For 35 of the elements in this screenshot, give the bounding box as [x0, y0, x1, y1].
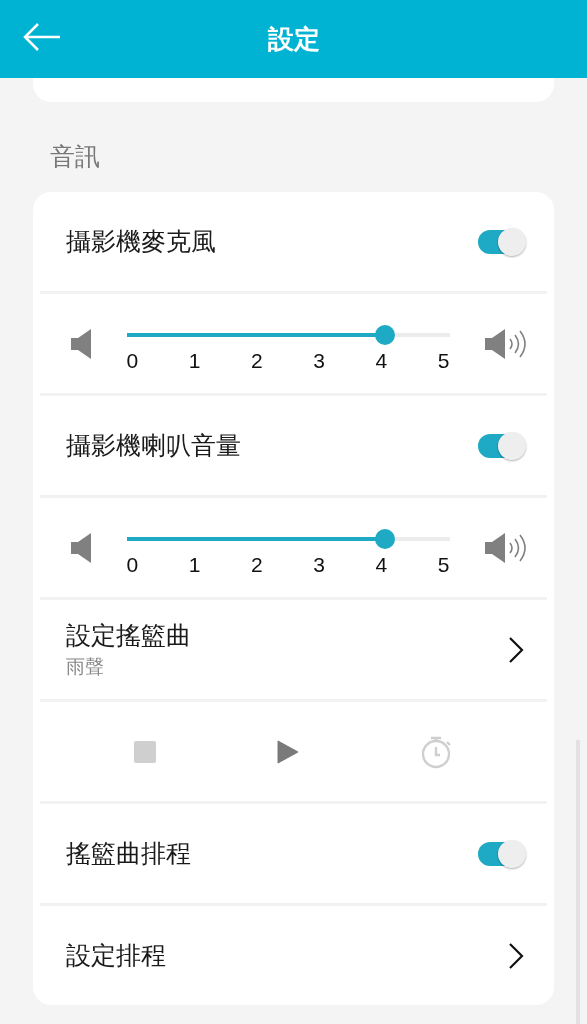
toggle-switch[interactable]	[478, 841, 524, 866]
volume-high-icon	[483, 530, 529, 565]
tick-label: 4	[375, 552, 388, 577]
tick-label: 3	[313, 552, 325, 577]
tick-label: 1	[188, 552, 201, 577]
volume-low-icon	[69, 532, 93, 563]
section-label: 音訊	[49, 141, 101, 173]
nav-row[interactable]: 設定搖籃曲 雨聲	[33, 600, 554, 699]
tick-label: 1	[188, 348, 201, 373]
setting-label: 設定排程	[66, 940, 166, 972]
volume-high-icon	[483, 326, 529, 361]
tick-label: 3	[313, 348, 325, 373]
setting-label: 攝影機麥克風	[66, 226, 216, 258]
setting-value: 雨聲	[66, 654, 105, 679]
toggle-switch[interactable]	[478, 433, 524, 458]
volume-slider[interactable]	[126, 324, 450, 345]
tick-label: 5	[437, 348, 450, 373]
chevron-right-icon	[508, 635, 524, 664]
toggle-switch[interactable]	[478, 229, 524, 254]
tick-label: 2	[251, 552, 263, 577]
tick-label: 4	[375, 348, 388, 373]
setting-label: 搖籃曲排程	[66, 838, 191, 870]
page-title: 設定	[267, 22, 320, 56]
setting-label: 設定搖籃曲	[66, 620, 191, 652]
volume-slider[interactable]	[126, 528, 450, 549]
tick-label: 0	[126, 348, 139, 373]
back-icon[interactable]	[22, 22, 62, 52]
tick-label: 2	[251, 348, 263, 373]
play-icon[interactable]	[277, 739, 300, 764]
tick-label: 0	[126, 552, 139, 577]
setting-label: 攝影機喇叭音量	[66, 430, 241, 462]
tick-label: 5	[437, 552, 450, 577]
chevron-right-icon	[508, 941, 524, 970]
nav-row[interactable]: 設定排程	[33, 906, 554, 1005]
volume-low-icon	[69, 328, 93, 359]
